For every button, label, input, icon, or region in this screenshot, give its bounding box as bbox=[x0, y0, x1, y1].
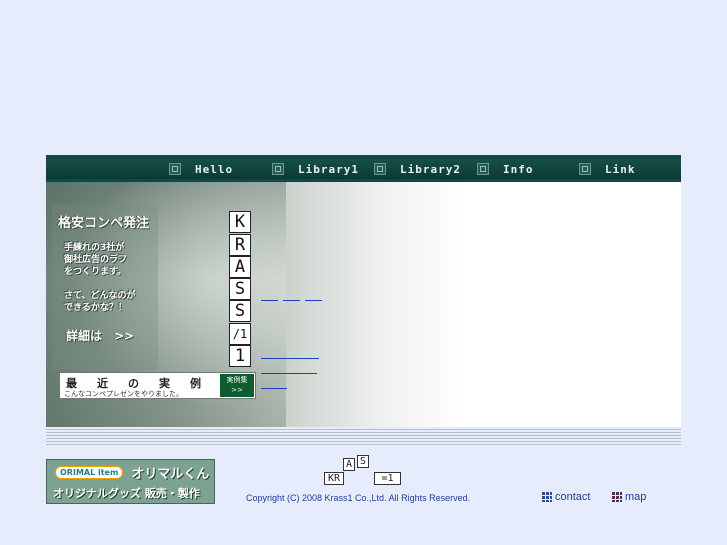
promo-detail-link[interactable]: 詳細は >> bbox=[66, 327, 134, 344]
recent-examples-banner[interactable]: 最 近 の 実 例 こんなコンペプレゼンをやりました。 実例集 >> bbox=[59, 372, 256, 399]
logo-tile: S bbox=[229, 300, 251, 322]
footer-logo-tile: KR bbox=[324, 472, 344, 485]
content-link[interactable] bbox=[261, 300, 278, 301]
content-link[interactable] bbox=[261, 373, 317, 374]
nav-square-icon bbox=[579, 163, 591, 175]
content-link[interactable] bbox=[283, 300, 300, 301]
nav-bar-inner: Hello Library1 Library2 Info Link bbox=[46, 159, 681, 179]
contact-link[interactable]: contact bbox=[542, 491, 590, 503]
promo-text-line: をつくります。 bbox=[64, 267, 127, 277]
logo-tile: K bbox=[229, 211, 251, 233]
nav-item-library2[interactable]: Library2 bbox=[374, 159, 461, 179]
promo-text-line: さて、どんなのが bbox=[64, 291, 136, 301]
examples-button-arrow: >> bbox=[231, 386, 243, 394]
orimaru-banner[interactable]: ORIMAL item オリマルくん オリジナルグッズ 販売・製作 bbox=[46, 459, 215, 504]
nav-item-label: Library1 bbox=[298, 162, 359, 176]
nav-square-icon bbox=[374, 163, 386, 175]
footer-logo-tile: S bbox=[357, 455, 369, 468]
content-link[interactable] bbox=[261, 358, 319, 359]
nav-item-label: Hello bbox=[195, 162, 234, 176]
footer-logo-tile: A bbox=[343, 458, 355, 471]
logo-tile: 1 bbox=[229, 345, 251, 367]
nav-bar: Hello Library1 Library2 Info Link bbox=[46, 155, 681, 182]
copyright-text: Copyright (C) 2008 Krass1 Co.,Ltd. All R… bbox=[246, 493, 471, 503]
logo-tile: A bbox=[229, 256, 251, 278]
contact-label: contact bbox=[555, 491, 591, 503]
logo-tile: R bbox=[229, 234, 251, 256]
nav-item-label: Link bbox=[605, 162, 636, 176]
nav-item-label: Library2 bbox=[400, 162, 461, 176]
map-label: map bbox=[625, 491, 647, 503]
orimaru-tagline: オリジナルグッズ 販売・製作 bbox=[53, 487, 200, 500]
orimaru-banner-top: ORIMAL item オリマルくん bbox=[49, 462, 212, 483]
map-link[interactable]: map bbox=[612, 491, 646, 503]
promo-text-line: 手練れの3社が bbox=[64, 243, 125, 253]
banner-char: 例 bbox=[190, 377, 201, 390]
content-link[interactable] bbox=[305, 300, 322, 301]
nav-item-label: Info bbox=[503, 162, 534, 176]
nav-square-icon bbox=[272, 163, 284, 175]
logo-tile: S bbox=[229, 278, 251, 300]
logo-tile: /1 bbox=[229, 323, 251, 345]
promo-text-line: 御社広告のラフ bbox=[64, 255, 128, 265]
examples-button-label: 実例集 bbox=[226, 376, 248, 384]
grid-icon bbox=[612, 492, 622, 502]
nav-square-icon bbox=[169, 163, 181, 175]
promo-text-line: できるかな？！ bbox=[64, 303, 127, 313]
nav-item-library1[interactable]: Library1 bbox=[272, 159, 359, 179]
grid-icon bbox=[542, 492, 552, 502]
promo-title: 格安コンペ発注 bbox=[58, 216, 150, 231]
nav-item-link[interactable]: Link bbox=[579, 159, 636, 179]
content-link[interactable] bbox=[261, 388, 287, 389]
orimaru-name: オリマルくん bbox=[131, 467, 210, 482]
footer-divider bbox=[46, 427, 681, 445]
footer-logo-tile: =1 bbox=[374, 472, 401, 485]
examples-button[interactable]: 実例集 >> bbox=[220, 374, 254, 397]
nav-item-hello[interactable]: Hello bbox=[169, 159, 233, 179]
orimaru-logo: ORIMAL item bbox=[55, 466, 124, 479]
nav-square-icon bbox=[477, 163, 489, 175]
banner-subtitle: こんなコンペプレゼンをやりました。 bbox=[64, 390, 183, 398]
nav-item-info[interactable]: Info bbox=[477, 159, 534, 179]
